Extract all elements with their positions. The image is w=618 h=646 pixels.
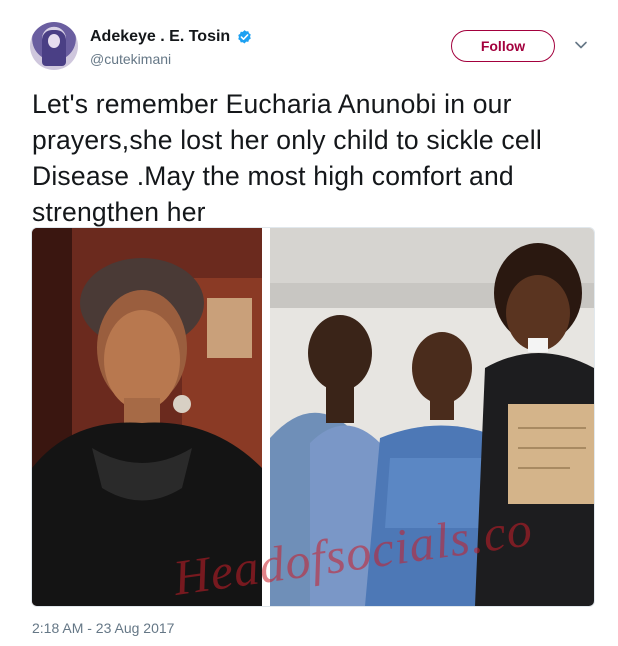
tweet-timestamp[interactable]: 2:18 AM - 23 Aug 2017 xyxy=(32,620,174,636)
chevron-down-icon[interactable] xyxy=(574,40,588,50)
verified-badge-icon xyxy=(238,29,251,44)
tweet-media[interactable]: Headofsocials.co xyxy=(31,227,595,607)
author-avatar[interactable] xyxy=(30,22,78,70)
author-handle[interactable]: @cutekimani xyxy=(90,51,171,67)
author-display-name[interactable]: Adekeye . E. Tosin xyxy=(90,28,230,46)
author-name-row: Adekeye . E. Tosin xyxy=(90,28,253,46)
tweet-text: Let's remember Eucharia Anunobi in our p… xyxy=(32,89,542,227)
avatar-face xyxy=(48,34,60,48)
follow-button[interactable]: Follow xyxy=(451,30,555,62)
